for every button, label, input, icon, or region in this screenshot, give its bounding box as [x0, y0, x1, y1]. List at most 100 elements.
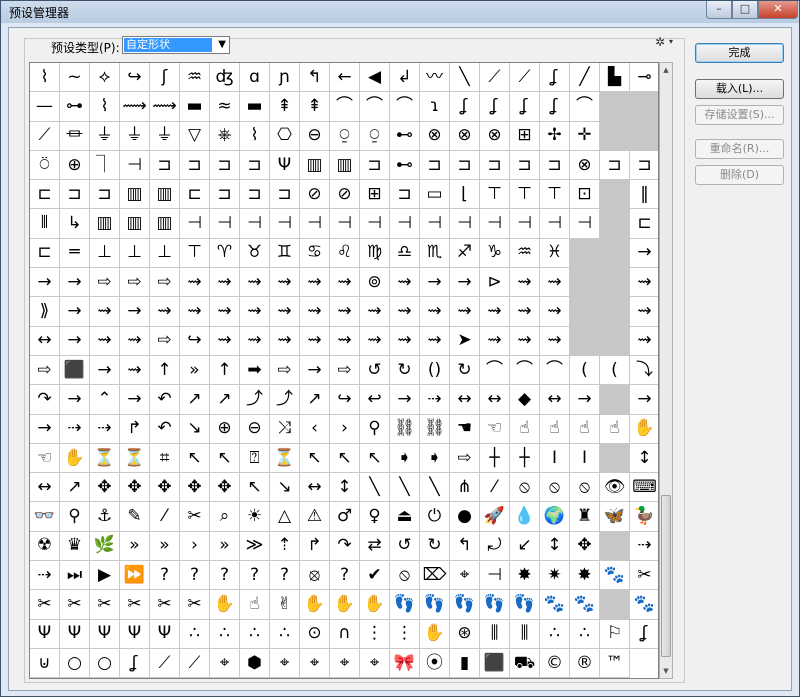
shape-thumbnail[interactable]: ⇝ — [240, 268, 270, 298]
shape-thumbnail[interactable]: » — [210, 531, 240, 562]
shape-thumbnail[interactable]: ⌖ — [330, 648, 360, 678]
shape-thumbnail[interactable]: 💧 — [510, 502, 540, 532]
shape-thumbnail[interactable]: ⊗ — [420, 121, 450, 151]
shape-thumbnail[interactable]: ✌ — [270, 590, 300, 620]
shape-thumbnail[interactable]: ↻ — [390, 355, 420, 386]
shape-thumbnail[interactable]: ⊗ — [450, 121, 480, 151]
shape-thumbnail[interactable]: ⇝ — [360, 326, 390, 356]
shape-thumbnail[interactable]: ♒ — [510, 238, 540, 269]
shape-thumbnail[interactable]: ⇝ — [390, 268, 420, 298]
shape-thumbnail[interactable]: ⊐ — [90, 180, 120, 210]
shape-thumbnail[interactable]: Ψ — [90, 619, 120, 649]
shape-thumbnail[interactable]: ☢ — [30, 531, 60, 562]
shape-thumbnail[interactable]: ⦸ — [390, 561, 420, 591]
shape-thumbnail[interactable]: ↕ — [330, 473, 360, 503]
shape-thumbnail[interactable]: ⇝ — [480, 297, 510, 327]
shape-thumbnail[interactable]: ✋ — [420, 619, 450, 649]
shape-thumbnail[interactable]: » — [150, 531, 180, 562]
shape-thumbnail[interactable]: ✂ — [60, 590, 90, 620]
shape-thumbnail[interactable]: → — [60, 326, 90, 356]
shape-thumbnail[interactable]: ⇝ — [510, 326, 540, 356]
shape-thumbnail[interactable]: ⦸ — [540, 473, 570, 503]
shape-thumbnail[interactable]: ♑ — [480, 238, 510, 269]
shape-thumbnail[interactable]: ╱ — [570, 63, 600, 93]
shape-thumbnail[interactable]: ⌒ — [390, 92, 420, 122]
shape-thumbnail[interactable]: ⇢ — [420, 385, 450, 415]
shape-thumbnail[interactable]: — — [30, 92, 60, 122]
shape-thumbnail[interactable]: ⊥ — [90, 238, 120, 269]
shape-thumbnail[interactable]: ⤴ — [240, 385, 270, 415]
shape-thumbnail[interactable]: ⊏ — [630, 209, 658, 239]
shape-thumbnail[interactable]: 👣 — [480, 590, 510, 620]
shape-thumbnail[interactable]: ⊣ — [330, 209, 360, 239]
shape-thumbnail[interactable]: → — [90, 355, 120, 386]
shape-thumbnail[interactable]: 👣 — [420, 590, 450, 620]
shape-thumbnail[interactable]: ⇝ — [480, 326, 510, 356]
shape-thumbnail[interactable]: ⊐ — [60, 180, 90, 210]
shape-thumbnail[interactable]: ↪ — [180, 326, 210, 356]
shape-thumbnail[interactable]: ✂ — [120, 590, 150, 620]
shape-thumbnail[interactable]: ⟋ — [510, 63, 540, 93]
shape-thumbnail[interactable]: → — [420, 268, 450, 298]
shape-thumbnail[interactable]: ➧ — [390, 443, 420, 474]
shape-thumbnail[interactable]: → — [60, 268, 90, 298]
shape-thumbnail[interactable]: ⊣ — [180, 209, 210, 239]
shape-thumbnail[interactable]: ⍜ — [360, 121, 390, 151]
shape-thumbnail[interactable]: ⇝ — [270, 326, 300, 356]
shape-thumbnail[interactable]: ⏚ — [150, 121, 180, 151]
shape-thumbnail[interactable]: ☝ — [600, 414, 630, 444]
shape-thumbnail[interactable]: ™ — [600, 648, 630, 678]
shape-thumbnail[interactable]: ♏ — [420, 238, 450, 269]
shape-thumbnail[interactable]: ⊷ — [390, 121, 420, 151]
shape-thumbnail[interactable]: ⌒ — [360, 92, 390, 122]
shape-thumbnail[interactable]: ↪ — [330, 385, 360, 415]
shape-thumbnail[interactable]: ʆ — [630, 620, 658, 649]
shape-thumbnail[interactable]: 🐾 — [630, 590, 658, 620]
shape-thumbnail[interactable]: ⇢ — [60, 414, 90, 444]
shape-thumbnail[interactable]: ʆ — [450, 92, 480, 122]
shape-thumbnail[interactable]: 🌿 — [90, 531, 120, 562]
shape-thumbnail[interactable]: ⛓ — [420, 414, 450, 444]
shape-thumbnail[interactable]: ✂ — [630, 561, 658, 591]
shape-thumbnail[interactable]: ⊳ — [480, 268, 510, 298]
shape-thumbnail[interactable]: ⌨ — [630, 473, 658, 503]
shape-thumbnail[interactable]: ⊚ — [360, 268, 390, 298]
shape-thumbnail[interactable]: ⇝ — [420, 297, 450, 327]
shape-thumbnail[interactable]: ? — [270, 561, 300, 591]
shape-thumbnail[interactable]: ⁄ — [480, 473, 510, 503]
shape-thumbnail[interactable]: ☝ — [240, 590, 270, 620]
shape-thumbnail[interactable]: ⌖ — [450, 561, 480, 591]
shape-thumbnail[interactable]: ✥ — [180, 473, 210, 503]
shape-thumbnail[interactable]: ◀ — [360, 63, 390, 93]
shape-thumbnail[interactable]: ♒ — [180, 63, 210, 93]
shape-thumbnail[interactable]: ⊐ — [270, 180, 300, 210]
shape-thumbnail[interactable]: 👣 — [510, 590, 540, 620]
shape-thumbnail[interactable]: ↶ — [150, 414, 180, 444]
shape-thumbnail[interactable]: ® — [570, 648, 600, 678]
shape-thumbnail[interactable]: ⌖ — [270, 648, 300, 678]
shape-thumbnail[interactable]: ▭ — [420, 180, 450, 210]
shape-thumbnail[interactable]: ⏻ — [420, 502, 450, 532]
shape-thumbnail[interactable]: ⌒ — [540, 355, 570, 386]
shape-thumbnail[interactable]: ↔ — [450, 385, 480, 415]
shape-thumbnail[interactable]: ✥ — [570, 531, 600, 562]
shape-thumbnail[interactable]: ⏚ — [120, 121, 150, 151]
shape-thumbnail[interactable]: ( — [570, 355, 600, 386]
shape-thumbnail[interactable]: 👓 — [30, 502, 60, 532]
shape-thumbnail[interactable]: ⇢ — [30, 561, 60, 591]
shape-thumbnail[interactable]: ⇝ — [150, 297, 180, 327]
shape-thumbnail[interactable]: ɿ — [420, 92, 450, 122]
shape-thumbnail[interactable]: Ⅰ — [540, 443, 570, 474]
shape-thumbnail[interactable]: ‹ — [300, 414, 330, 444]
shape-thumbnail[interactable]: ∴ — [270, 619, 300, 649]
shape-thumbnail[interactable]: ʆ — [540, 92, 570, 122]
shape-thumbnail[interactable]: ♈ — [210, 238, 240, 269]
shape-thumbnail[interactable]: ▥ — [150, 209, 180, 239]
shape-thumbnail[interactable]: ⊣ — [450, 209, 480, 239]
shape-thumbnail[interactable]: ⇝ — [330, 297, 360, 327]
shape-thumbnail[interactable]: ✂ — [90, 590, 120, 620]
shape-thumbnail[interactable]: ⌇ — [30, 63, 60, 93]
shape-thumbnail[interactable]: ↘ — [270, 473, 300, 503]
shape-thumbnail[interactable]: ↑ — [150, 355, 180, 386]
shape-thumbnail[interactable]: ○ — [90, 648, 120, 678]
